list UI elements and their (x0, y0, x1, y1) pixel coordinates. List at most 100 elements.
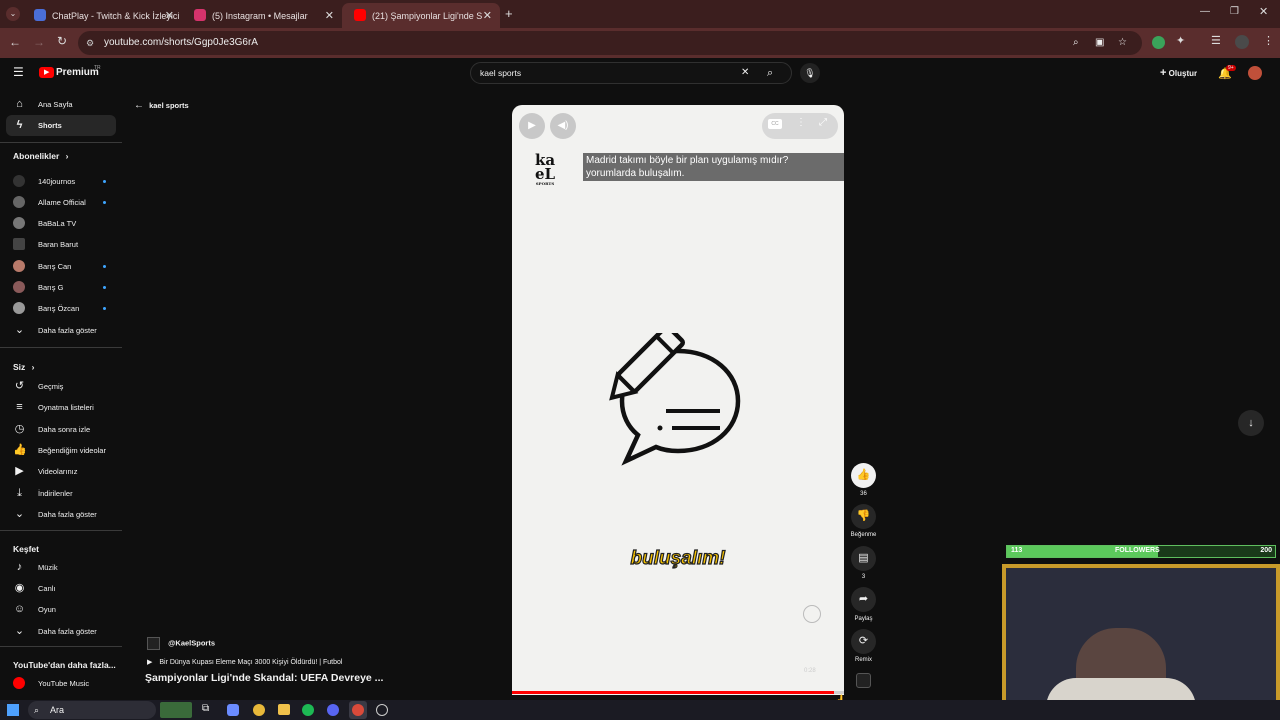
tab-chatplay[interactable]: ChatPlay - Twitch & Kick İzleyici ✕ (22, 3, 182, 28)
search-input[interactable]: kael sports ✕ ⌕ (470, 62, 792, 84)
discord-icon[interactable] (327, 704, 339, 716)
file-explorer-icon[interactable] (278, 704, 290, 715)
close-icon[interactable]: ✕ (325, 9, 334, 22)
dislike-button[interactable]: 👎 (851, 504, 876, 529)
tab-list-dropdown-icon[interactable]: ⌄ (6, 7, 20, 21)
sidebar-channel[interactable]: Barış G (6, 277, 116, 298)
forward-icon[interactable]: → (33, 35, 45, 49)
channel-name: Allame Official (38, 198, 86, 207)
search-icon[interactable]: ⌕ (767, 63, 773, 83)
sidebar-item-label: Müzik (38, 563, 58, 572)
sidebar-channel[interactable]: 140journos (6, 171, 116, 192)
remix-label: Remix (854, 657, 872, 663)
minimize-button[interactable]: — (1200, 6, 1210, 17)
progress-track[interactable] (512, 691, 844, 694)
sidebar-item-downloads[interactable]: ⤓ İndirilenler (6, 483, 116, 504)
chrome-active-icon[interactable] (349, 701, 367, 719)
you-header[interactable]: Siz › (13, 362, 35, 372)
copilot-icon[interactable] (227, 704, 239, 716)
extension-shield-icon[interactable] (1152, 36, 1165, 49)
volume-button[interactable]: ◀) (550, 113, 576, 139)
bookmark-star-icon[interactable]: ☆ (1118, 31, 1127, 55)
browser-menu-icon[interactable]: ⋮ (1263, 34, 1274, 47)
play-button[interactable]: ▶ (519, 113, 545, 139)
taskbar-search[interactable]: ⌕ Ara (28, 701, 156, 719)
spotify-icon[interactable] (302, 704, 314, 716)
close-icon[interactable]: ✕ (483, 9, 492, 22)
window-close-button[interactable]: ✕ (1259, 5, 1268, 18)
restore-button[interactable]: ❐ (1230, 6, 1239, 17)
guide-menu-icon[interactable]: ☰ (13, 65, 24, 79)
install-icon[interactable]: ▣ (1095, 31, 1104, 55)
comments-button[interactable]: ▤ (851, 546, 876, 571)
tab-youtube[interactable]: (21) Şampiyonlar Ligi'nde Skandal ✕ (342, 3, 500, 28)
fullscreen-icon[interactable]: ⤢ (819, 117, 827, 128)
sidebar-item-history[interactable]: ↺ Geçmiş (6, 376, 116, 397)
site-info-icon[interactable]: ⚙ (86, 31, 94, 55)
related-video-link[interactable]: ▶ Bir Dünya Kupası Eleme Maçı 3000 Kişiy… (147, 658, 342, 666)
browser-toolbar: ← → ↻ ⚙ youtube.com/shorts/Ggp0Je3G6rA ⌕… (0, 28, 1280, 58)
show-more-you[interactable]: ⌄ Daha fazla göster (6, 504, 116, 525)
channel-name: Barış Özcan (38, 304, 80, 313)
sidebar-item-youtube-music[interactable]: YouTube Music (6, 673, 116, 694)
show-more-subscriptions[interactable]: ⌄ Daha fazla göster (6, 320, 116, 341)
followers-goal: 200 (1260, 547, 1272, 554)
sidebar-channel[interactable]: Barış Can (6, 256, 116, 277)
download-icon: ⤓ (17, 487, 22, 499)
subscriptions-header[interactable]: Abonelikler › (13, 151, 69, 161)
widgets-icon[interactable] (160, 702, 192, 718)
extensions-puzzle-icon[interactable]: ✦ (1176, 34, 1185, 47)
sidebar-channel[interactable]: Barış Özcan (6, 298, 116, 319)
account-avatar[interactable] (1248, 66, 1262, 80)
webcam-feed (1002, 564, 1280, 720)
back-label: kael sports (149, 101, 189, 110)
sidebar-item-your-videos[interactable]: ▶ Videolarınız (6, 461, 116, 482)
sidebar-item-live[interactable]: ◉ Canlı (6, 578, 116, 599)
obs-icon[interactable] (376, 704, 388, 716)
next-short-button[interactable]: ↓ (1238, 410, 1264, 436)
channel-thumbnail[interactable] (856, 673, 871, 688)
close-icon[interactable]: ✕ (165, 9, 174, 22)
show-more-label: Daha fazla göster (38, 326, 97, 335)
zoom-icon[interactable]: ⌕ (1073, 31, 1079, 55)
reload-icon[interactable]: ↻ (57, 34, 67, 48)
shorts-player[interactable]: ▶ ◀) CC ⋮ ⤢ ka eL SPORTS Madrid takımı b… (512, 105, 844, 695)
more-options-icon[interactable]: ⋮ (796, 117, 806, 128)
sidebar-channel[interactable]: BaBaLa TV (6, 213, 116, 234)
media-control-icon[interactable]: ☰ (1211, 34, 1221, 47)
show-more-explore[interactable]: ⌄ Daha fazla göster (6, 621, 116, 642)
youtube-logo[interactable]: ▶ (39, 67, 54, 78)
windows-start-icon[interactable] (7, 704, 19, 716)
instagram-icon (194, 9, 206, 21)
video-timestamp: 0:28 (804, 668, 816, 674)
sidebar-item-shorts[interactable]: ϟ Shorts (6, 115, 116, 136)
clear-search-icon[interactable]: ✕ (741, 63, 749, 83)
new-content-dot (103, 265, 106, 268)
back-icon[interactable]: ← (9, 35, 21, 49)
task-view-icon[interactable]: ⧉ (202, 703, 209, 714)
remix-button[interactable]: ⟳ (851, 629, 876, 654)
channel-name: 140journos (38, 177, 76, 186)
sidebar-channel[interactable]: Baran Barut (6, 234, 116, 255)
like-button[interactable]: 👍 (851, 463, 876, 488)
video-subtitle: buluşalım! (630, 547, 726, 569)
voice-search-button[interactable]: 🎙 (800, 63, 820, 83)
tab-instagram[interactable]: (5) Instagram • Mesajlar ✕ (182, 3, 342, 28)
channel-info[interactable]: @KaelSports (147, 637, 215, 650)
profile-avatar[interactable] (1235, 35, 1249, 49)
sidebar-item-playlists[interactable]: ≡ Oynatma listeleri (6, 397, 116, 418)
sidebar-item-label: Canlı (38, 584, 56, 593)
chrome-icon[interactable] (253, 704, 265, 716)
new-tab-button[interactable]: + (505, 6, 513, 21)
sidebar-item-home[interactable]: ⌂ Ana Sayfa (6, 94, 116, 115)
captions-icon[interactable]: CC (768, 119, 782, 129)
share-button[interactable]: ➦ (851, 587, 876, 612)
sidebar-item-liked-videos[interactable]: 👍 Beğendiğim videolar (6, 440, 116, 461)
sidebar-channel[interactable]: Allame Official (6, 192, 116, 213)
sidebar-item-music[interactable]: ♪ Müzik (6, 557, 116, 578)
sidebar-item-watch-later[interactable]: ◷ Daha sonra izle (6, 419, 116, 440)
back-to-search[interactable]: ← kael sports (134, 100, 189, 111)
sidebar-item-gaming[interactable]: ☺ Oyun (6, 599, 116, 620)
create-button[interactable]: + Oluştur (1160, 67, 1197, 79)
address-field[interactable]: ⚙ youtube.com/shorts/Ggp0Je3G6rA ⌕ ▣ ☆ (78, 31, 1142, 55)
